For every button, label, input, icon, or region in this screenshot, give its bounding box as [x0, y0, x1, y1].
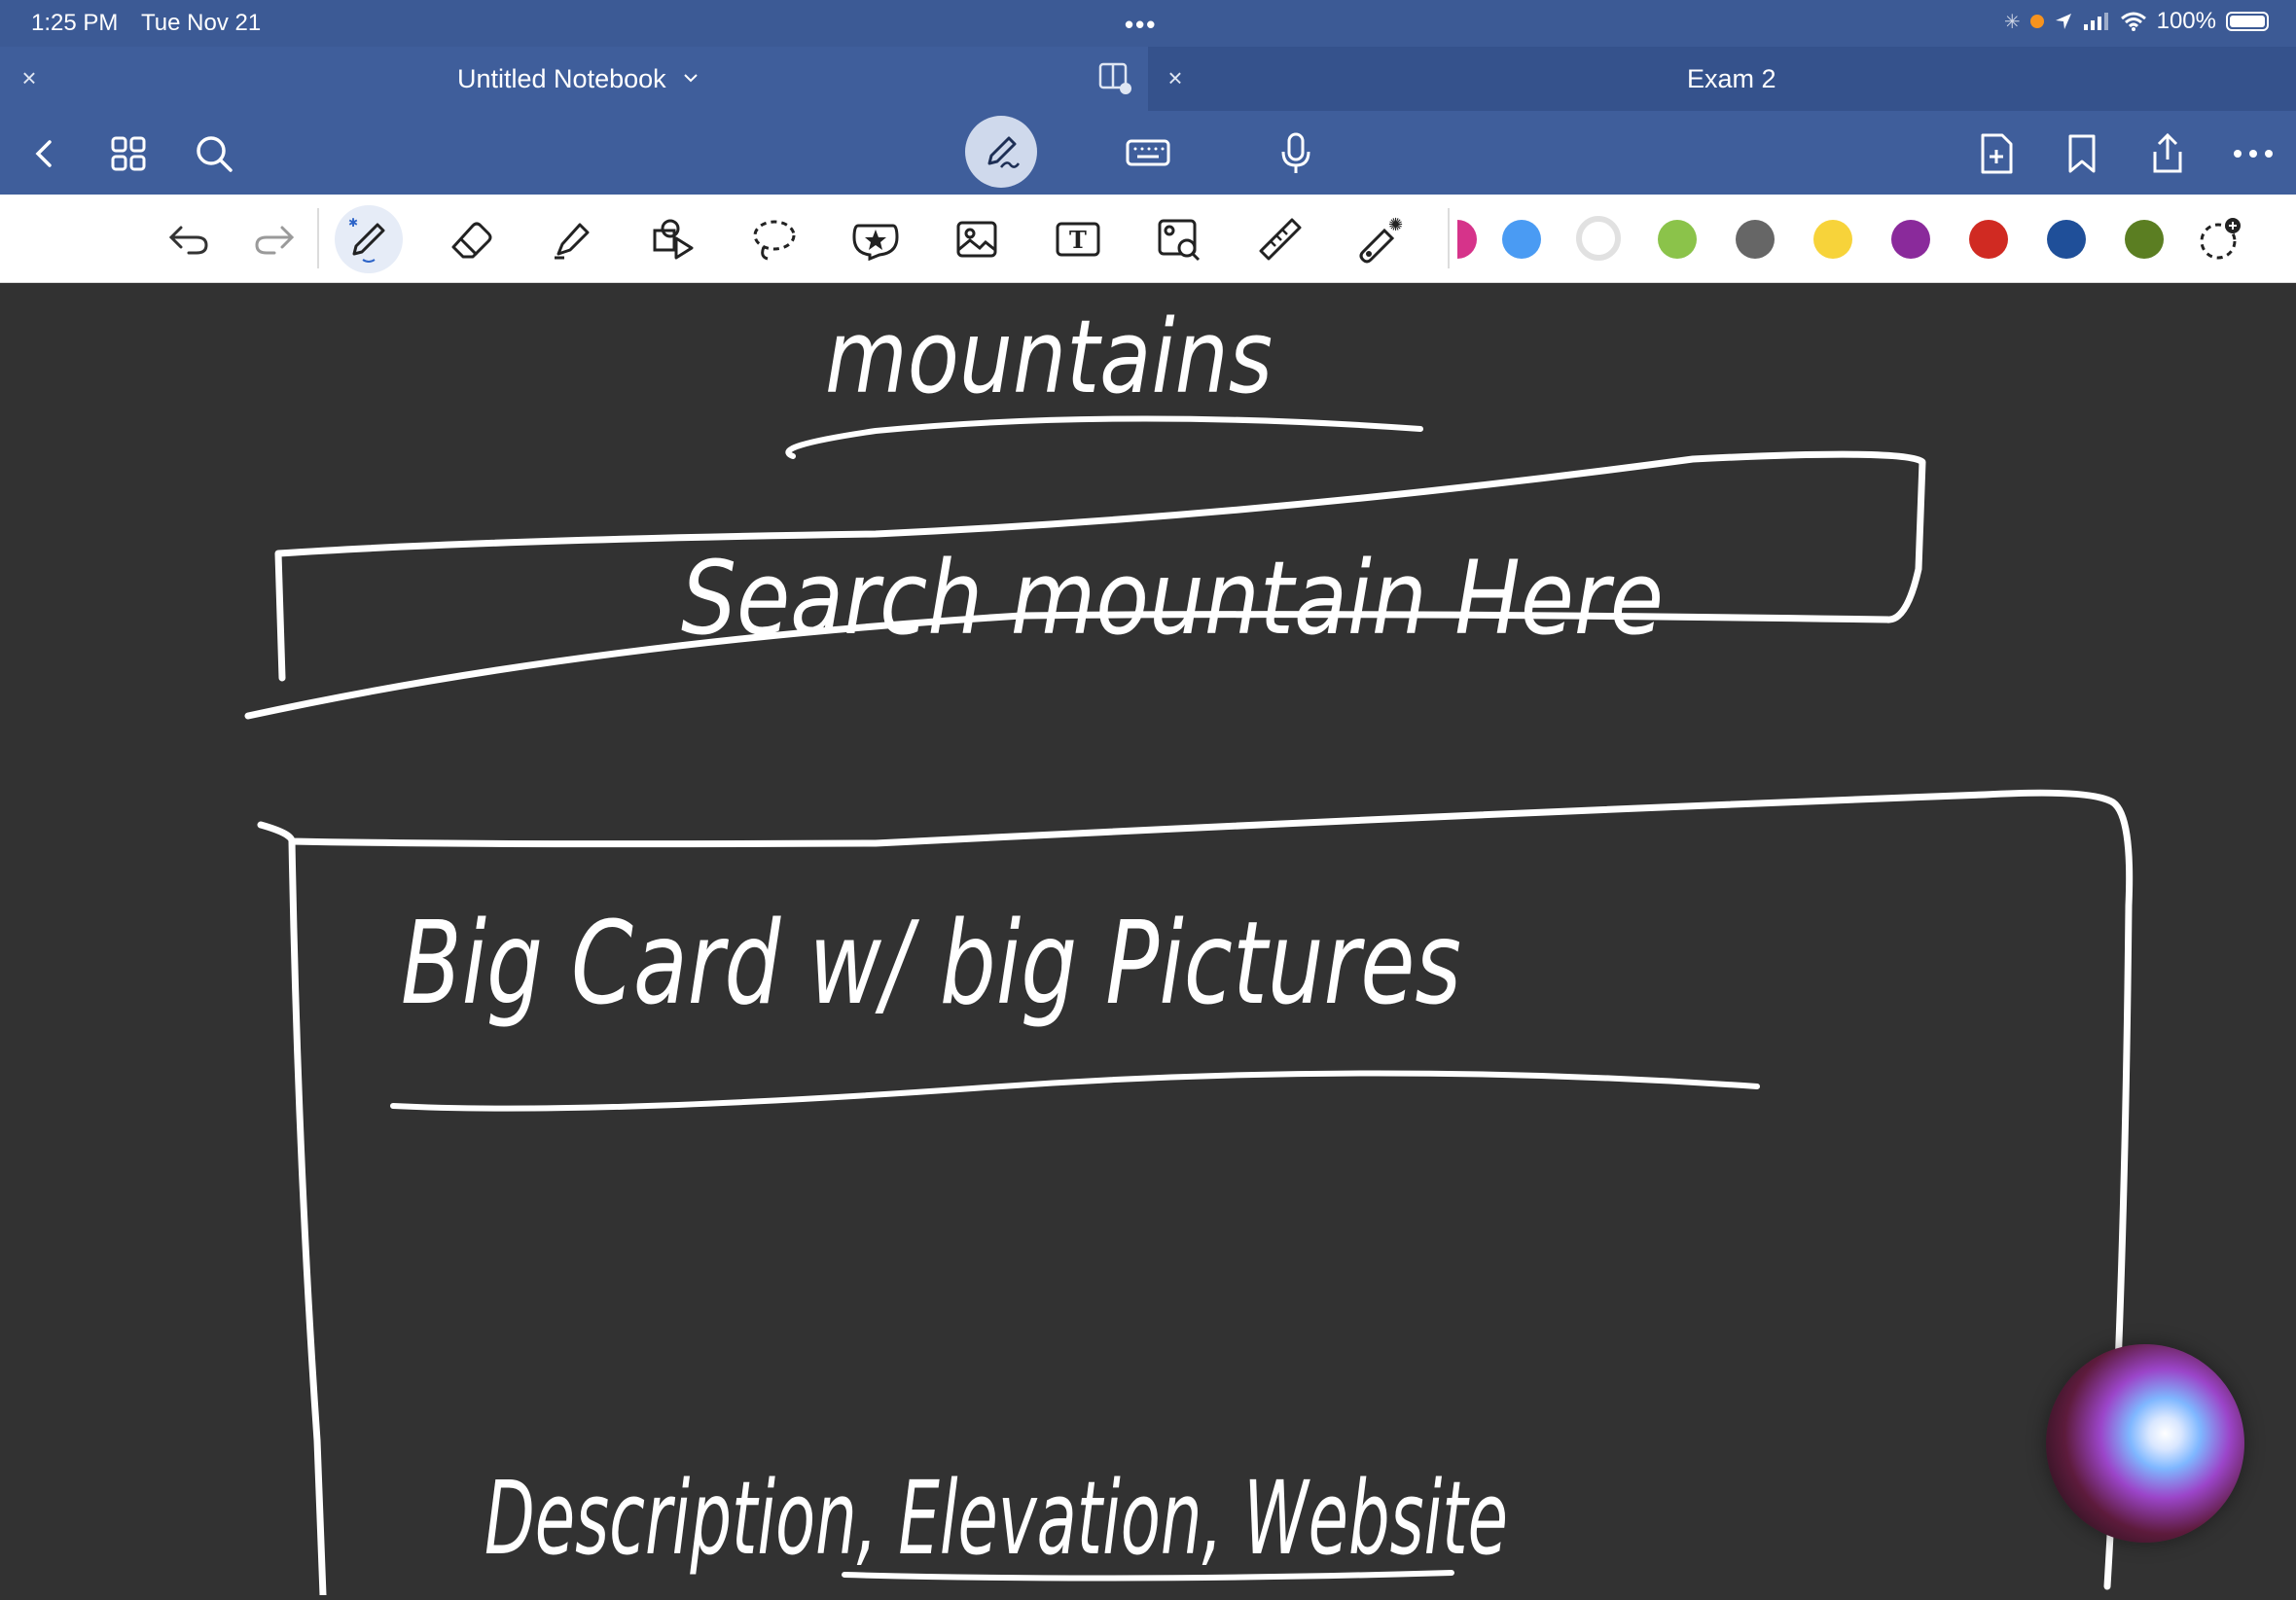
status-time: 1:25 PM	[31, 10, 119, 36]
title-underline	[785, 415, 1423, 459]
keyboard-icon[interactable]	[1125, 130, 1171, 177]
card-left-edge	[288, 837, 327, 1599]
color-swatch[interactable]	[1502, 220, 1541, 259]
battery-percentage: 100%	[2156, 8, 2216, 34]
highlighter-icon[interactable]	[545, 212, 599, 267]
bookmark-icon[interactable]	[2059, 130, 2105, 177]
laser-pointer-icon[interactable]: ✺	[1354, 212, 1409, 267]
split-view-icon[interactable]	[1097, 60, 1132, 95]
nav-bar	[0, 111, 2296, 195]
handwritten-card-footer: Description, Elevation, Website	[484, 1459, 1508, 1578]
handwritten-card-heading: Big Card w/ big Pictures	[401, 896, 1461, 1030]
redo-icon[interactable]	[247, 212, 302, 267]
close-tab-icon[interactable]: ×	[16, 64, 43, 91]
card-heading-underline	[390, 1070, 1760, 1112]
battery-icon	[2226, 12, 2269, 31]
search-icon[interactable]	[191, 130, 237, 177]
color-swatch[interactable]	[1891, 220, 1930, 259]
handwritten-search-label: Search mountain Here	[681, 539, 1664, 658]
status-bar: 1:25 PM Tue Nov 21 ••• ✳ 100%	[0, 0, 2296, 47]
image-search-icon[interactable]	[1152, 212, 1206, 267]
tab-untitled-notebook[interactable]: × Untitled Notebook	[0, 47, 1148, 111]
multitasking-dots-icon[interactable]: •••	[1125, 10, 1157, 40]
tool-bar: ✱ T ✺	[0, 195, 2296, 283]
text-icon[interactable]: T	[1051, 212, 1105, 267]
location-icon	[2055, 14, 2071, 29]
tab-bar: × Untitled Notebook × Exam 2	[0, 47, 2296, 111]
svg-text:✺: ✺	[1388, 215, 1403, 235]
pen-icon[interactable]: ✱	[335, 205, 403, 273]
pen-mode-icon[interactable]	[965, 116, 1037, 188]
grid-icon[interactable]	[105, 130, 152, 177]
image-icon[interactable]	[950, 212, 1004, 267]
chevron-down-icon[interactable]	[683, 72, 699, 84]
wifi-icon	[2120, 12, 2146, 31]
eraser-icon[interactable]	[444, 212, 498, 267]
color-swatch[interactable]	[1969, 220, 2008, 259]
add-color-icon[interactable]	[2193, 212, 2247, 267]
back-icon[interactable]	[21, 130, 68, 177]
color-swatch[interactable]	[1457, 220, 1477, 259]
undo-icon[interactable]	[161, 212, 216, 267]
tab-title[interactable]: Exam 2	[1687, 64, 1776, 94]
notebook-canvas[interactable]: mountains Search mountain Here Big Card …	[0, 283, 2296, 1599]
orange-dot-icon	[2029, 15, 2044, 28]
share-icon[interactable]	[2144, 130, 2191, 177]
tab-exam-2[interactable]: × Exam 2	[1148, 47, 2296, 111]
activity-icon: ✳	[2003, 11, 2021, 33]
status-date: Tue Nov 21	[141, 10, 262, 36]
cellular-icon	[2083, 13, 2108, 30]
color-swatch[interactable]	[1736, 220, 1775, 259]
shapes-icon[interactable]	[646, 212, 700, 267]
color-swatch-selected[interactable]	[1576, 216, 1621, 261]
lasso-icon[interactable]	[747, 212, 802, 267]
color-swatch[interactable]	[2047, 220, 2086, 259]
more-icon[interactable]	[2230, 130, 2277, 177]
tab-title[interactable]: Untitled Notebook	[457, 64, 666, 94]
handwriting-layer: mountains Search mountain Here Big Card …	[244, 298, 2134, 1599]
svg-text:✱: ✱	[348, 216, 358, 230]
sticker-icon[interactable]	[848, 212, 903, 267]
siri-orb[interactable]	[2046, 1344, 2244, 1543]
ruler-icon[interactable]	[1253, 212, 1308, 267]
top-bar: 1:25 PM Tue Nov 21 ••• ✳ 100% × Untitled…	[0, 0, 2296, 195]
handwritten-title: mountains	[825, 298, 1273, 416]
microphone-icon[interactable]	[1273, 130, 1319, 177]
color-swatch[interactable]	[1813, 220, 1852, 259]
toolbar-divider	[1448, 208, 1450, 268]
add-page-icon[interactable]	[1973, 130, 2020, 177]
svg-text:T: T	[1069, 226, 1087, 254]
status-icons: ✳ 100%	[2004, 8, 2269, 35]
color-swatch[interactable]	[1658, 220, 1697, 259]
color-swatch[interactable]	[2125, 220, 2164, 259]
close-tab-icon[interactable]: ×	[1162, 64, 1189, 91]
toolbar-divider	[317, 208, 319, 268]
